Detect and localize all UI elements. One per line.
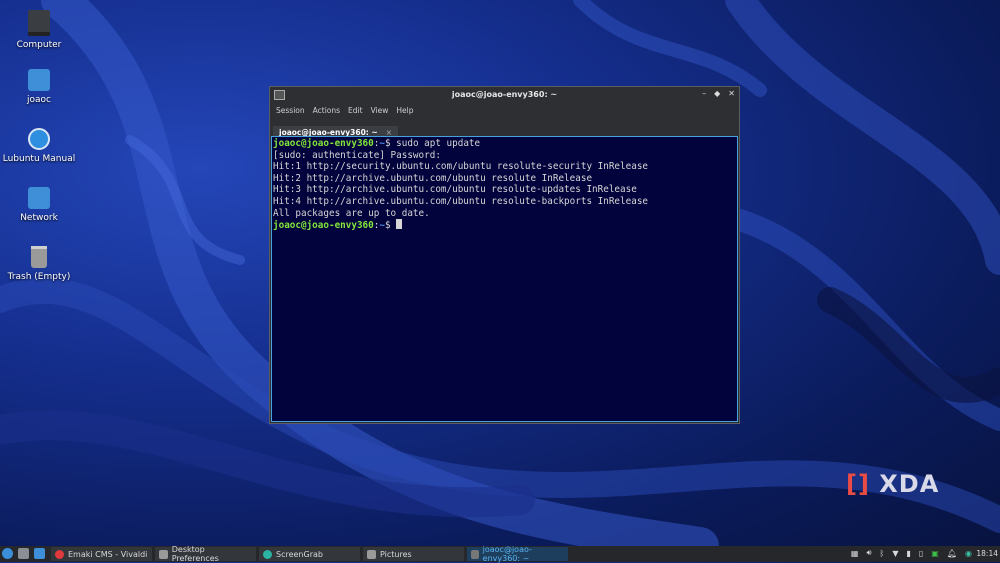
prompt-user: joaoc@joao-envy360 (273, 220, 374, 232)
task-screengrab[interactable]: ScreenGrab (259, 547, 360, 561)
network-manager-icon[interactable]: ◉ (965, 549, 972, 558)
desktop-icon-label: joaoc (27, 95, 51, 105)
desktop-icon-network[interactable]: Network (1, 187, 77, 223)
desktop-icon-label: Computer (16, 40, 62, 50)
output-line: Hit:2 http://archive.ubuntu.com/ubuntu r… (273, 172, 593, 184)
task-label: Emaki CMS - Vivaldi (68, 549, 148, 559)
system-tray: ▦ 🔊︎ ᛒ ▼ ▮ ▯ ▣ 🔔︎ ◉ (851, 548, 972, 558)
xda-text: XDA (879, 470, 940, 498)
clock[interactable]: 18:14 (976, 549, 998, 558)
menu-session[interactable]: Session (272, 106, 309, 115)
desktop-icon-trash[interactable]: Trash (Empty) (1, 246, 77, 282)
home-folder-icon (28, 69, 50, 91)
task-terminal[interactable]: joaoc@joao-envy360: ~ (467, 545, 568, 563)
updates-icon[interactable]: ▣ (931, 549, 939, 558)
keyboard-icon[interactable]: ▦ (851, 549, 859, 558)
task-desktop-preferences[interactable]: Desktop Preferences (155, 545, 256, 563)
output-line: [sudo: authenticate] Password: (273, 149, 441, 161)
menu-view[interactable]: View (367, 106, 393, 115)
xda-watermark: [] XDA (846, 470, 939, 498)
task-vivaldi[interactable]: Emaki CMS - Vivaldi (51, 547, 152, 561)
output-line: Hit:4 http://archive.ubuntu.com/ubuntu r… (273, 195, 649, 207)
task-pictures[interactable]: Pictures (363, 547, 464, 561)
show-desktop-icon[interactable] (18, 548, 29, 559)
preferences-icon (159, 549, 168, 559)
prompt-user: joaoc@joao-envy360 (273, 138, 374, 149)
start-menu-icon[interactable] (2, 548, 13, 559)
vivaldi-icon (55, 549, 64, 559)
task-label: Pictures (380, 549, 412, 559)
task-label: Desktop Preferences (171, 545, 219, 563)
terminal-tabbar: joaoc@joao-envy360: ~ × (270, 120, 739, 141)
taskbar: Emaki CMS - Vivaldi Desktop Preferences … (0, 545, 1000, 563)
folder-icon (367, 549, 376, 559)
prompt-suffix: $ (384, 220, 397, 232)
output-line: Hit:3 http://archive.ubuntu.com/ubuntu r… (273, 184, 637, 196)
volume-icon[interactable]: 🔊︎ (866, 548, 871, 558)
network-folder-icon (28, 187, 50, 209)
terminal-window[interactable]: joaoc@joao-envy360: ~ – ◆ ✕ Session Acti… (269, 86, 740, 424)
notification-icon[interactable]: 🔔︎ (947, 549, 957, 558)
manual-icon (28, 128, 50, 150)
minimize-icon[interactable]: – (702, 89, 706, 98)
close-icon[interactable]: ✕ (728, 89, 735, 98)
computer-icon (28, 10, 50, 36)
output-line: Hit:1 http://security.ubuntu.com/ubuntu … (273, 161, 649, 173)
terminal-icon (471, 549, 479, 559)
bluetooth-icon[interactable]: ᛒ (880, 549, 885, 558)
desktop-icon-label: Lubuntu Manual (2, 154, 76, 164)
menu-help[interactable]: Help (392, 106, 417, 115)
menu-actions[interactable]: Actions (309, 106, 344, 115)
window-title: joaoc@joao-envy360: ~ (451, 90, 558, 99)
clipboard-icon[interactable]: ▯ (919, 549, 923, 558)
desktop-icon-computer[interactable]: Computer (1, 10, 77, 50)
wifi-icon[interactable]: ▼ (892, 549, 898, 558)
menu-edit[interactable]: Edit (344, 106, 367, 115)
desktop-icon-label: Network (20, 213, 58, 223)
output-line: All packages are up to date. (273, 207, 430, 219)
command-line: $ sudo apt update (384, 138, 481, 149)
task-label: ScreenGrab (276, 549, 323, 559)
desktop-icon-label: Trash (Empty) (7, 272, 71, 282)
text-cursor (396, 219, 403, 230)
desktop-icon-lubuntu-manual[interactable]: Lubuntu Manual (1, 128, 77, 164)
battery-icon[interactable]: ▮ (906, 549, 910, 558)
terminal-menubar: Session Actions Edit View Help (270, 103, 739, 117)
xda-bracket-icon: [] (846, 470, 870, 498)
window-titlebar[interactable]: joaoc@joao-envy360: ~ – ◆ ✕ (270, 87, 739, 103)
terminal-output[interactable]: joaoc@joao-envy360:~$ sudo apt update [s… (271, 136, 738, 422)
screengrab-icon (263, 549, 272, 559)
task-label: joaoc@joao-envy360: ~ (482, 545, 532, 563)
file-manager-icon[interactable] (34, 548, 45, 559)
trash-icon (31, 246, 47, 268)
desktop-icon-home[interactable]: joaoc (1, 69, 77, 105)
maximize-icon[interactable]: ◆ (714, 89, 720, 98)
